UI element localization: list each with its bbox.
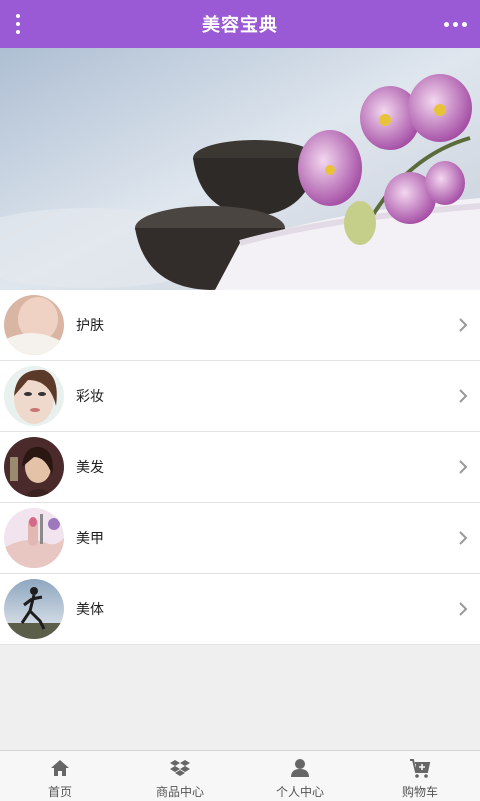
tab-products[interactable]: 商品中心 <box>120 751 240 801</box>
makeup-thumb <box>4 366 64 426</box>
chevron-right-icon <box>459 389 468 403</box>
skincare-thumb <box>4 295 64 355</box>
list-item-label: 美甲 <box>76 531 104 547</box>
list-item-label: 彩妆 <box>76 389 104 405</box>
chevron-right-icon <box>459 318 468 332</box>
tab-label: 个人中心 <box>275 785 324 799</box>
list-item-label: 美发 <box>76 460 104 476</box>
vertical-dots-icon <box>16 14 20 18</box>
app-header: 美容宝典 <box>0 0 480 48</box>
menu-button[interactable] <box>6 8 30 40</box>
body-thumb <box>4 579 64 639</box>
horizontal-dots-icon <box>443 21 449 27</box>
list-item-label: 美体 <box>76 602 104 618</box>
tab-home[interactable]: 首页 <box>0 751 120 801</box>
category-list: 护肤 彩妆 美发 美甲 美体 <box>0 290 480 645</box>
list-item-hair[interactable]: 美发 <box>0 432 480 503</box>
orchid-spa-image <box>0 48 480 290</box>
banner-image[interactable] <box>0 48 480 290</box>
tab-label: 首页 <box>47 785 72 799</box>
tab-profile[interactable]: 个人中心 <box>240 751 360 801</box>
chevron-right-icon <box>459 531 468 545</box>
list-item-label: 护肤 <box>76 318 104 334</box>
hair-thumb <box>4 437 64 497</box>
chevron-right-icon <box>459 602 468 616</box>
page-title: 美容宝典 <box>202 15 278 36</box>
tab-cart[interactable]: 购物车 <box>360 751 480 801</box>
list-item-nails[interactable]: 美甲 <box>0 503 480 574</box>
list-item-makeup[interactable]: 彩妆 <box>0 361 480 432</box>
cart-icon <box>410 759 431 778</box>
list-item-body[interactable]: 美体 <box>0 574 480 645</box>
more-button[interactable] <box>440 12 470 36</box>
dropbox-icon <box>170 760 190 776</box>
bottom-tabbar: 首页 商品中心 个人中心 购物车 <box>0 750 480 801</box>
chevron-right-icon <box>459 460 468 474</box>
tab-label: 购物车 <box>401 785 438 799</box>
home-icon <box>51 760 69 776</box>
nails-thumb <box>4 508 64 568</box>
user-icon <box>291 759 309 777</box>
tab-label: 商品中心 <box>155 785 204 799</box>
list-item-skincare[interactable]: 护肤 <box>0 290 480 361</box>
